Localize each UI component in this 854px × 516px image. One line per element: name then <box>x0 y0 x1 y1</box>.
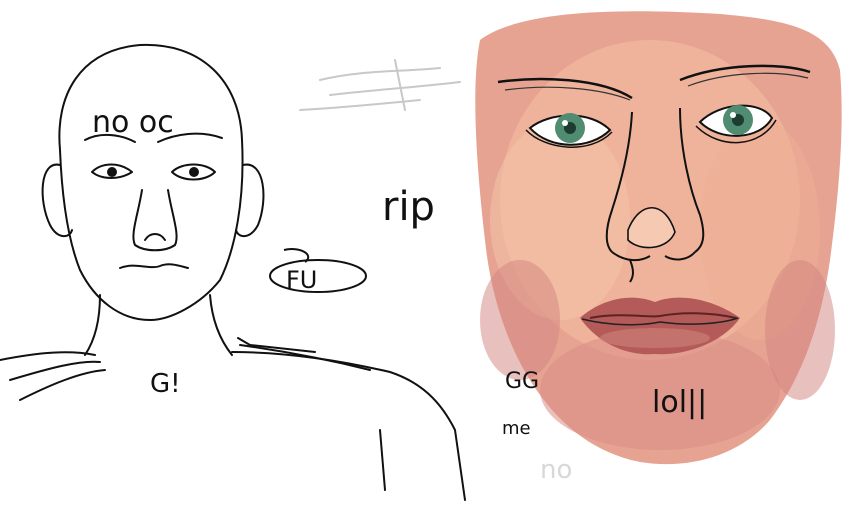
faint-no-text: no <box>540 455 572 485</box>
drawing-canvas: no oc G! FU no rip lol|| GG me <box>0 0 854 512</box>
line-sketch-portrait <box>0 43 466 501</box>
fu-scribble-text: FU <box>286 266 317 294</box>
sketch-annotations: no oc G! <box>92 105 181 399</box>
fu-scribble: FU <box>269 248 367 294</box>
painted-portrait: no <box>299 11 842 485</box>
rip-scribble: rip <box>382 184 435 230</box>
sketch-left-pupil <box>107 167 117 177</box>
sketch-right-pupil <box>189 167 199 177</box>
me-scribble: me <box>502 418 531 439</box>
lol-scribble: lol|| <box>652 385 707 420</box>
forehead-scribble: no oc <box>92 105 174 140</box>
gg-scribble: GG <box>505 369 539 394</box>
sketch-mouth <box>119 263 189 269</box>
sketch-shoulders <box>0 351 466 501</box>
sketch-nose <box>132 189 178 252</box>
neck-scribble: G! <box>150 369 181 399</box>
faint-scribble <box>299 59 461 111</box>
sketch-head-outline <box>58 43 244 321</box>
